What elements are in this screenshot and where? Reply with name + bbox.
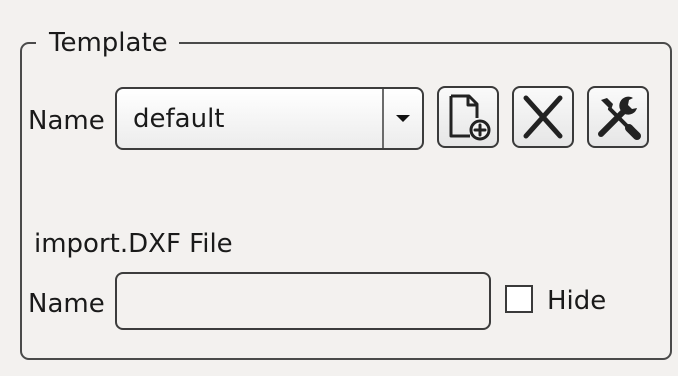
template-name-value: default (133, 104, 225, 134)
chevron-down-icon (396, 114, 410, 122)
dxf-name-label: Name (28, 289, 105, 319)
delete-x-icon (523, 95, 563, 139)
groupbox-title: Template (36, 27, 179, 59)
hide-checkbox[interactable] (505, 285, 533, 313)
new-template-button[interactable] (437, 86, 499, 148)
hide-label[interactable]: Hide (547, 285, 606, 317)
tools-icon (598, 96, 641, 140)
dxf-name-input[interactable] (115, 272, 491, 330)
edit-template-button[interactable] (587, 86, 649, 148)
delete-template-button[interactable] (512, 86, 574, 148)
template-panel: Template Name default import.DXF File Na… (0, 0, 678, 376)
template-name-dropdown[interactable]: default (115, 87, 424, 150)
import-dxf-label: import.DXF File (34, 229, 233, 259)
dropdown-button[interactable] (384, 89, 422, 148)
new-document-icon (449, 94, 491, 141)
template-name-label: Name (28, 106, 105, 136)
